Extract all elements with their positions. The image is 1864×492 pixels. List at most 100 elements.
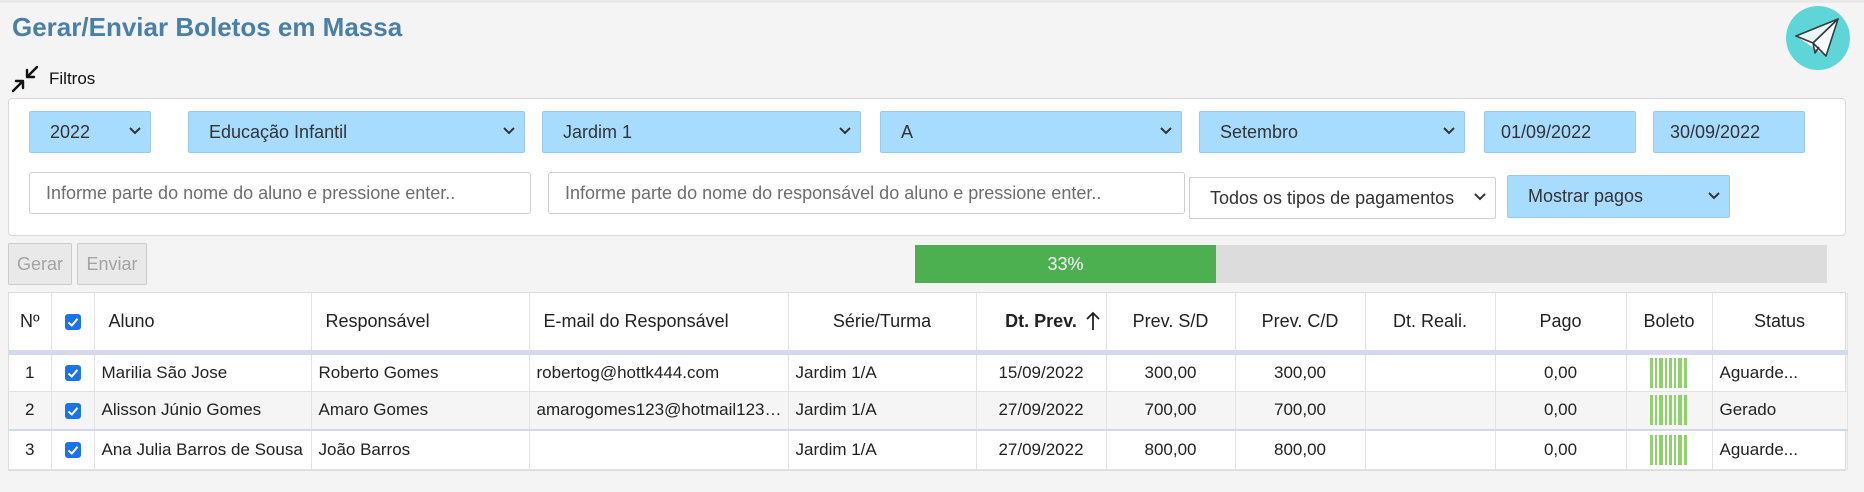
level-select-value: Educação Infantil [209,121,348,142]
col-header-prev-sd[interactable]: Prev. S/D [1106,293,1236,355]
row-checkbox[interactable] [64,402,81,419]
class-select[interactable]: A [880,111,1182,153]
col-header-email[interactable]: E-mail do Responsável [529,293,789,355]
col-header-select[interactable] [51,293,95,355]
cell-responsavel: Roberto Gomes [311,352,530,392]
cell-boleto[interactable] [1626,391,1713,431]
chevron-down-icon [1443,127,1455,135]
cell-aluno: Ana Julia Barros de Sousa [94,429,312,470]
cell-boleto[interactable] [1626,429,1713,470]
col-header-pago[interactable]: Pago [1495,293,1627,355]
chevron-down-icon [1708,191,1720,199]
top-border [0,0,1864,3]
col-header-status[interactable]: Status [1712,293,1848,355]
col-header-boleto[interactable]: Boleto [1626,293,1713,355]
check-icon [67,446,78,456]
payment-type-select-value: Todos os tipos de pagamentos [1210,187,1455,208]
cell-dt-prev: 15/09/2022 [976,352,1107,392]
cell-status: Aguarde... [1712,429,1848,470]
payment-type-select[interactable]: Todos os tipos de pagamentos [1189,177,1496,219]
cell-prev-cd: 700,00 [1235,391,1366,431]
date-to-input[interactable]: 30/09/2022 [1653,111,1805,153]
chevron-down-icon [1474,193,1486,201]
show-paid-select-value: Mostrar pagos [1528,186,1644,206]
select-all-checkbox[interactable] [64,314,81,330]
col-header-dt-reali[interactable]: Dt. Reali. [1365,293,1496,355]
guardian-search-input[interactable] [548,172,1185,214]
cell-select[interactable] [51,352,95,392]
cell-aluno: Marilia São Jose [94,352,312,392]
cell-responsavel: João Barros [311,429,530,470]
cell-num: 2 [9,391,52,431]
barcode-icon[interactable] [1650,357,1688,388]
grade-select-value: Jardim 1 [563,121,633,142]
chevron-down-icon [129,127,141,135]
filters-panel: 2022 Educação Infantil Jardim 1 A Setemb… [8,98,1846,236]
table-row[interactable]: 1 Marilia São Jose Roberto Gomes roberto… [9,352,1848,392]
chevron-down-icon [839,127,851,135]
level-select[interactable]: Educação Infantil [188,111,525,153]
col-header-prev-cd[interactable]: Prev. C/D [1235,293,1366,355]
col-header-serie[interactable]: Série/Turma [788,293,977,355]
month-select-value: Setembro [1220,121,1299,142]
cell-serie: Jardim 1/A [788,429,977,470]
col-header-num[interactable]: Nº [9,293,52,355]
progress-fill: 33% [915,245,1216,283]
col-header-dt-prev-label: Dt. Prev. [1005,310,1077,331]
paper-plane-icon [1786,6,1850,70]
month-select[interactable]: Setembro [1199,111,1465,153]
filters-toggle[interactable]: Filtros [10,64,95,94]
cell-serie: Jardim 1/A [788,352,977,392]
arrow-up-icon [1085,311,1100,330]
cell-dt-prev: 27/09/2022 [976,391,1107,431]
barcode-icon[interactable] [1650,395,1688,426]
chevron-down-icon [503,127,515,135]
cell-status: Aguarde... [1712,352,1848,392]
filters-label: Filtros [49,69,96,88]
cell-serie: Jardim 1/A [788,391,977,431]
page-title: Gerar/Enviar Boletos em Massa [12,12,403,42]
generate-button[interactable]: Gerar [8,243,72,285]
cell-pago: 0,00 [1495,352,1627,392]
row-checkbox[interactable] [64,365,81,382]
boletos-table: Nº Aluno Responsável E-mail do Responsáv… [8,292,1848,471]
col-header-aluno[interactable]: Aluno [94,293,312,355]
cell-select[interactable] [51,429,95,470]
cell-email: robertog@hottk444.com [529,352,789,392]
cell-pago: 0,00 [1495,391,1627,431]
col-header-dt-prev[interactable]: Dt. Prev. [976,293,1107,355]
grade-select[interactable]: Jardim 1 [542,111,861,153]
cell-responsavel: Amaro Gomes [311,391,530,431]
cell-dt-reali [1365,429,1496,470]
col-header-responsavel[interactable]: Responsável [311,293,530,355]
table-row[interactable]: 3 Ana Julia Barros de Sousa João Barros … [9,429,1848,470]
table-header-row: Nº Aluno Responsável E-mail do Responsáv… [9,293,1848,355]
class-select-value: A [901,121,914,142]
show-paid-select[interactable]: Mostrar pagos [1507,175,1730,218]
row-checkbox[interactable] [64,442,81,459]
cell-dt-reali [1365,352,1496,392]
cell-num: 1 [9,352,52,392]
year-select[interactable]: 2022 [29,111,151,153]
table-row[interactable]: 2 Alisson Júnio Gomes Amaro Gomes amarog… [9,391,1848,431]
year-select-value: 2022 [50,121,91,142]
barcode-icon[interactable] [1650,434,1688,465]
check-icon [67,369,78,378]
cell-aluno: Alisson Júnio Gomes [94,391,312,431]
cell-status: Gerado [1712,391,1848,431]
check-icon [67,406,78,416]
cell-boleto[interactable] [1626,352,1713,392]
student-search-input[interactable] [29,172,531,214]
cell-prev-cd: 300,00 [1235,352,1366,392]
date-from-input[interactable]: 01/09/2022 [1484,111,1636,153]
cell-email: amarogomes123@hotmail123.com [529,391,789,431]
cell-dt-reali [1365,391,1496,431]
cell-prev-sd: 300,00 [1106,352,1236,392]
cell-dt-prev: 27/09/2022 [976,429,1107,470]
cell-pago: 0,00 [1495,429,1627,470]
cell-num: 3 [9,429,52,470]
chevron-down-icon [1160,127,1172,135]
cell-select[interactable] [51,391,95,431]
send-button[interactable]: Enviar [77,243,147,285]
cell-email [529,429,789,470]
